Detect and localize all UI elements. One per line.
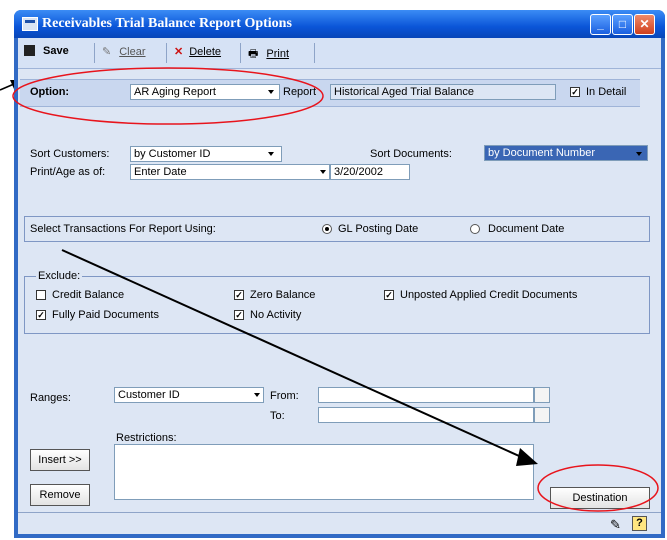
footer-divider xyxy=(18,512,661,513)
range-to-field[interactable] xyxy=(318,407,534,423)
gl-posting-date-label: GL Posting Date xyxy=(338,223,419,235)
print-button[interactable]: 🖶 Print xyxy=(248,45,289,64)
from-label: From: xyxy=(270,390,299,402)
sort-documents-dropdown[interactable]: by Document Number xyxy=(484,145,648,161)
fully-paid-label: Fully Paid Documents xyxy=(52,309,159,321)
report-name-field: Historical Aged Trial Balance xyxy=(330,84,556,100)
credit-balance-checkbox[interactable] xyxy=(36,290,46,300)
ranges-dropdown[interactable]: Customer ID xyxy=(114,387,264,403)
credit-balance-label: Credit Balance xyxy=(52,289,125,301)
maximize-button[interactable]: □ xyxy=(612,14,633,35)
document-date-radio[interactable] xyxy=(470,224,480,234)
option-dropdown[interactable]: AR Aging Report xyxy=(130,84,280,100)
age-date-field[interactable]: 3/20/2002 xyxy=(330,164,410,180)
print-age-dropdown[interactable]: Enter Date xyxy=(130,164,330,180)
title-bar: Receivables Trial Balance Report Options… xyxy=(14,10,665,38)
chevron-down-icon xyxy=(268,90,274,94)
print-age-label: Print/Age as of: xyxy=(30,166,106,178)
restrictions-list[interactable] xyxy=(114,444,534,500)
sort-documents-label: Sort Documents: xyxy=(370,148,452,160)
gl-posting-date-radio[interactable] xyxy=(322,224,332,234)
transactions-label: Select Transactions For Report Using: xyxy=(30,223,216,235)
to-label: To: xyxy=(270,410,285,422)
exclude-panel xyxy=(24,276,650,334)
restrictions-label: Restrictions: xyxy=(116,432,177,444)
unposted-applied-credit-checkbox[interactable]: ✓ xyxy=(384,290,394,300)
eraser-icon: ✎ xyxy=(102,46,112,58)
save-button[interactable]: Save xyxy=(24,45,69,57)
search-icon[interactable] xyxy=(534,387,550,403)
in-detail-checkbox[interactable]: ✓ xyxy=(570,87,580,97)
clear-button[interactable]: ✎ Clear xyxy=(102,45,146,58)
chevron-down-icon xyxy=(320,170,326,174)
window-client: Save ✎ Clear ✕ Delete 🖶 Print Option: AR Ag… xyxy=(18,38,661,534)
window-icon xyxy=(22,17,38,31)
window-title: Receivables Trial Balance Report Options xyxy=(42,16,292,31)
note-icon[interactable]: ✎ xyxy=(610,517,621,533)
range-from-field[interactable] xyxy=(318,387,534,403)
remove-button[interactable]: Remove xyxy=(30,484,90,506)
sort-customers-label: Sort Customers: xyxy=(30,148,110,160)
sort-customers-dropdown[interactable]: by Customer ID xyxy=(130,146,282,162)
chevron-down-icon xyxy=(254,393,260,397)
minimize-button[interactable]: _ xyxy=(590,14,611,35)
no-activity-label: No Activity xyxy=(250,309,302,321)
close-button[interactable]: ✕ xyxy=(634,14,655,35)
option-label: Option: xyxy=(30,86,70,98)
printer-icon: 🖶 xyxy=(248,48,259,60)
search-icon[interactable] xyxy=(534,407,550,423)
document-date-label: Document Date xyxy=(488,223,565,235)
save-icon xyxy=(24,45,35,56)
report-label: Report xyxy=(283,86,317,98)
in-detail-label: In Detail xyxy=(586,86,627,98)
no-activity-checkbox[interactable]: ✓ xyxy=(234,310,244,320)
report-options-window: Receivables Trial Balance Report Options… xyxy=(14,10,665,538)
delete-button[interactable]: ✕ Delete xyxy=(174,45,221,58)
insert-button[interactable]: Insert >> xyxy=(30,449,90,471)
chevron-down-icon xyxy=(636,152,642,156)
delete-icon: ✕ xyxy=(174,46,184,58)
destination-button[interactable]: Destination xyxy=(550,487,650,509)
zero-balance-checkbox[interactable]: ✓ xyxy=(234,290,244,300)
exclude-label: Exclude: xyxy=(36,270,83,282)
zero-balance-label: Zero Balance xyxy=(250,289,316,301)
fully-paid-checkbox[interactable]: ✓ xyxy=(36,310,46,320)
unposted-applied-credit-label: Unposted Applied Credit Documents xyxy=(400,289,578,301)
help-icon[interactable]: ? xyxy=(632,516,647,531)
chevron-down-icon xyxy=(268,152,274,156)
ranges-label: Ranges: xyxy=(30,392,71,404)
toolbar: Save ✎ Clear ✕ Delete 🖶 Print xyxy=(18,38,661,69)
